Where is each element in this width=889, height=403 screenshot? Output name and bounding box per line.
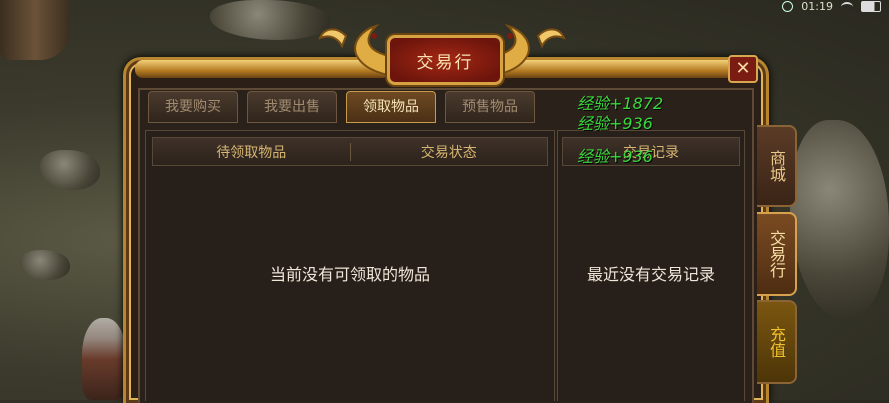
trade-records-empty-message: 最近没有交易记录 xyxy=(586,265,715,284)
background-rock xyxy=(40,150,100,190)
side-tab-label: 商城 xyxy=(767,150,786,182)
side-tab-label: 交易行 xyxy=(767,230,786,278)
window-title: 交易行 xyxy=(387,35,503,85)
alarm-clock-icon xyxy=(782,1,794,12)
device-status-bar: 01:19 xyxy=(782,0,881,13)
status-time: 01:19 xyxy=(801,0,833,13)
column-header-trade-status: 交易状态 xyxy=(420,144,477,161)
trade-records-panel: 交易记录 最近没有交易记录 xyxy=(557,130,745,401)
close-button[interactable]: ✕ xyxy=(728,55,758,83)
background-rock xyxy=(210,0,330,40)
background-tree xyxy=(0,0,70,60)
tab-sell[interactable]: 我要出售 xyxy=(247,91,337,123)
tab-presale-items[interactable]: 预售物品 xyxy=(445,91,535,123)
exp-notification: 经验+1872 xyxy=(577,94,664,113)
exp-notifications: 经验+1872 经验+936 经验+936 xyxy=(577,94,664,166)
claim-items-panel: 待领取物品 交易状态 当前没有可领取的物品 xyxy=(145,130,555,401)
wifi-icon xyxy=(841,1,853,12)
side-tab-label: 充值 xyxy=(767,326,786,358)
background-rock xyxy=(790,120,889,320)
side-tab-shop[interactable]: 商城 xyxy=(757,125,797,207)
tab-buy[interactable]: 我要购买 xyxy=(148,91,238,123)
background-rock xyxy=(20,250,70,280)
trade-tabs: 我要购买 我要出售 领取物品 预售物品 xyxy=(148,91,535,123)
side-tab-recharge[interactable]: 充值 xyxy=(757,300,797,384)
exp-notification: 经验+936 xyxy=(577,147,653,166)
claim-items-header: 待领取物品 交易状态 xyxy=(152,137,548,166)
player-character[interactable] xyxy=(82,318,126,400)
side-tab-trading-house[interactable]: 交易行 xyxy=(757,212,797,296)
exp-notification: 经验+936 xyxy=(577,114,653,133)
tab-claim-items[interactable]: 领取物品 xyxy=(346,91,436,123)
battery-icon xyxy=(861,1,881,12)
claim-items-empty-message: 当前没有可领取的物品 xyxy=(269,265,430,284)
column-header-pending-items: 待领取物品 xyxy=(216,144,287,161)
